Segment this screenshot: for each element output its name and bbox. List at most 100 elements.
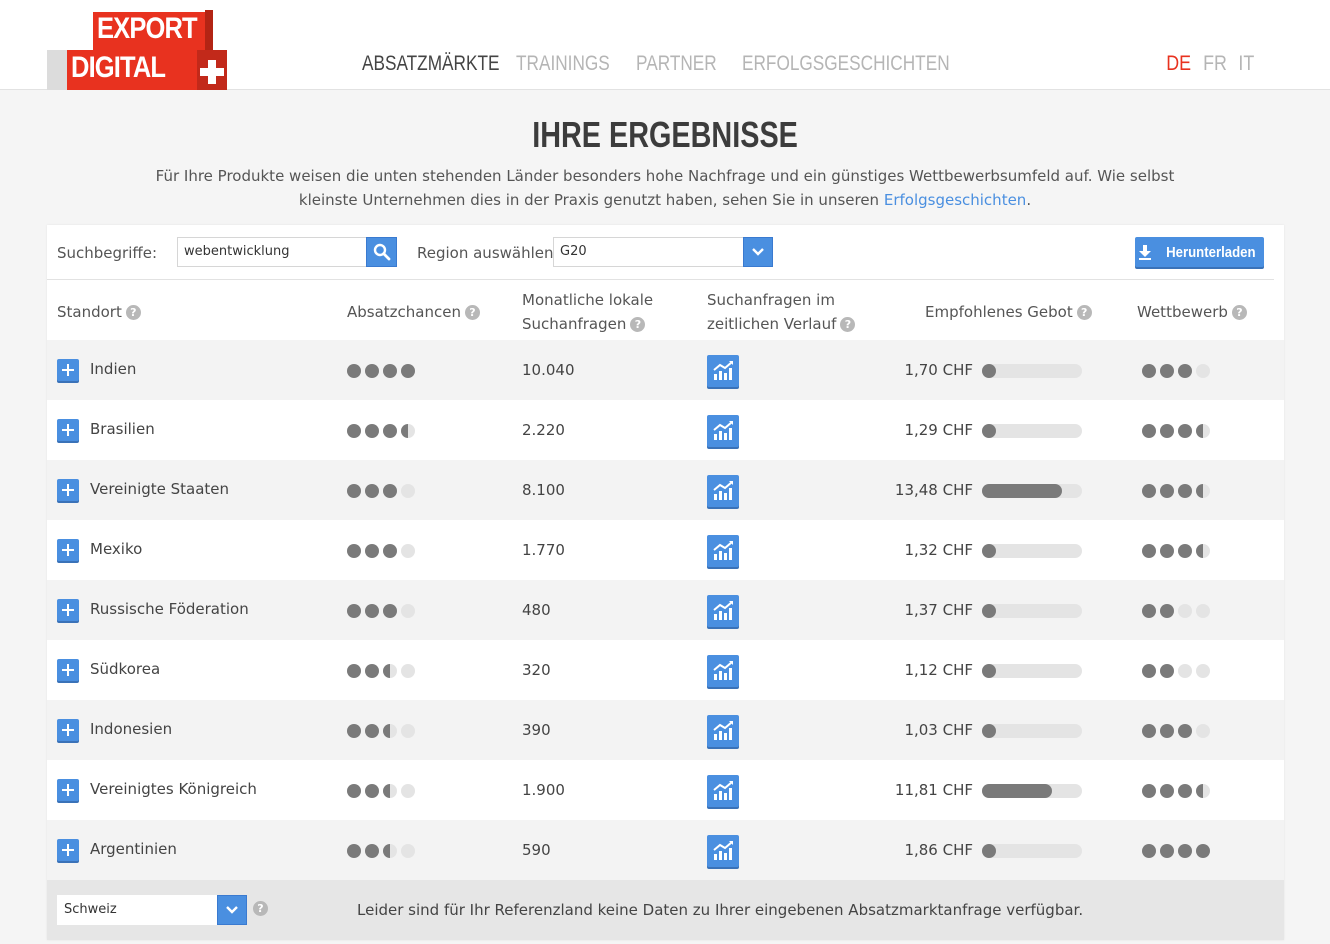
wettbewerb-rating xyxy=(1142,604,1210,618)
nav-item-absatzmaerkte[interactable]: ABSATZMÄRKTE xyxy=(362,52,499,76)
help-icon[interactable]: ? xyxy=(630,317,646,332)
language-de[interactable]: DE xyxy=(1166,52,1191,76)
logo-shade xyxy=(205,10,213,50)
header-gebot-label: Empfohlenes Gebot xyxy=(925,303,1073,321)
expand-plus-icon[interactable] xyxy=(57,719,79,741)
reference-dropdown-button[interactable] xyxy=(217,895,247,925)
header-verlauf-line2: zeitlichen Verlauf xyxy=(707,315,837,333)
monthly-searches: 8.100 xyxy=(522,481,565,499)
country-name: Argentinien xyxy=(90,840,177,858)
rating-dot xyxy=(1142,844,1156,858)
expand-plus-icon[interactable] xyxy=(57,599,79,621)
search-input[interactable]: webentwicklung xyxy=(177,237,367,267)
trend-chart-button[interactable] xyxy=(707,355,739,387)
nav-item-trainings[interactable]: TRAININGS xyxy=(516,52,610,76)
rating-dot xyxy=(401,544,415,558)
header-wettbewerb: Wettbewerb? xyxy=(1137,300,1247,324)
header-verlauf-line1: Suchanfragen im xyxy=(707,291,835,309)
nav-item-partner[interactable]: PARTNER xyxy=(636,52,717,76)
trend-chart-button[interactable] xyxy=(707,715,739,747)
expand-plus-icon[interactable] xyxy=(57,479,79,501)
erfolgsgeschichten-link[interactable]: Erfolgsgeschichten xyxy=(884,191,1026,209)
expand-plus-icon[interactable] xyxy=(57,419,79,441)
absatzchancen-rating xyxy=(347,604,415,618)
rating-dot xyxy=(1196,604,1210,618)
region-dropdown-button[interactable] xyxy=(743,237,773,267)
swiss-cross-icon-bar xyxy=(200,68,224,76)
rating-dot xyxy=(383,664,397,678)
wettbewerb-rating xyxy=(1142,844,1210,858)
language-fr[interactable]: FR xyxy=(1203,52,1227,76)
divider xyxy=(47,279,1274,280)
recommended-bid: 1,12 CHF xyxy=(904,661,973,679)
trend-chart-button[interactable] xyxy=(707,475,739,507)
bid-level-fill xyxy=(982,544,996,558)
help-icon[interactable]: ? xyxy=(464,305,480,320)
trend-chart-button[interactable] xyxy=(707,595,739,627)
nav-item-erfolgsgeschichten[interactable]: ERFOLGSGESCHICHTEN xyxy=(742,52,950,76)
rating-dot xyxy=(1160,724,1174,738)
rating-dot xyxy=(383,784,397,798)
rating-dot xyxy=(1142,424,1156,438)
bid-level-fill xyxy=(982,424,996,438)
wettbewerb-rating xyxy=(1142,364,1210,378)
help-icon[interactable]: ? xyxy=(1076,305,1092,320)
trend-chart-button[interactable] xyxy=(707,655,739,687)
reference-footer: Schweiz ? Leider sind für Ihr Referenzla… xyxy=(47,880,1284,940)
rating-dot xyxy=(1196,784,1210,798)
rating-dot xyxy=(347,544,361,558)
rating-dot xyxy=(347,604,361,618)
monthly-searches: 480 xyxy=(522,601,551,619)
expand-plus-icon[interactable] xyxy=(57,539,79,561)
recommended-bid: 1,03 CHF xyxy=(904,721,973,739)
rating-dot xyxy=(1178,844,1192,858)
rating-dot xyxy=(383,844,397,858)
bid-level-bar xyxy=(982,724,1082,738)
rating-dot xyxy=(1160,664,1174,678)
rating-dot xyxy=(365,484,379,498)
rating-dot xyxy=(365,784,379,798)
search-button[interactable] xyxy=(366,237,397,267)
expand-plus-icon[interactable] xyxy=(57,359,79,381)
expand-plus-icon[interactable] xyxy=(57,839,79,861)
trend-chart-button[interactable] xyxy=(707,415,739,447)
rating-dot xyxy=(1196,544,1210,558)
rating-dot xyxy=(1178,664,1192,678)
trend-chart-icon xyxy=(713,481,733,500)
expand-plus-icon[interactable] xyxy=(57,779,79,801)
download-button[interactable]: Herunterladen xyxy=(1135,237,1264,267)
wettbewerb-rating xyxy=(1142,784,1210,798)
header-gebot: Empfohlenes Gebot? xyxy=(925,300,1092,324)
absatzchancen-rating xyxy=(347,724,415,738)
trend-chart-button[interactable] xyxy=(707,835,739,867)
export-digital-logo[interactable]: EXPORT DIGITAL xyxy=(47,10,227,90)
trend-chart-button[interactable] xyxy=(707,535,739,567)
rating-dot xyxy=(347,844,361,858)
trend-chart-button[interactable] xyxy=(707,775,739,807)
trend-chart-icon xyxy=(713,601,733,620)
language-it[interactable]: IT xyxy=(1239,52,1255,76)
monthly-searches: 1.770 xyxy=(522,541,565,559)
region-label: Region auswählen: xyxy=(417,244,559,262)
no-data-note: Leider sind für Ihr Referenzland keine D… xyxy=(357,901,1084,919)
recommended-bid: 1,29 CHF xyxy=(904,421,973,439)
rating-dot xyxy=(383,604,397,618)
expand-plus-icon[interactable] xyxy=(57,659,79,681)
reference-country-select[interactable]: Schweiz xyxy=(57,895,219,925)
rating-dot xyxy=(401,364,415,378)
help-icon[interactable]: ? xyxy=(125,305,141,320)
help-icon[interactable]: ? xyxy=(1231,305,1247,320)
logo-text-top: EXPORT xyxy=(97,12,198,45)
monthly-searches: 390 xyxy=(522,721,551,739)
help-icon[interactable]: ? xyxy=(253,901,268,916)
site-header: EXPORT DIGITAL ABSATZMÄRKTE TRAININGS PA… xyxy=(0,0,1330,90)
help-icon[interactable]: ? xyxy=(840,317,856,332)
rating-dot xyxy=(1178,424,1192,438)
rating-dot xyxy=(1178,784,1192,798)
rating-dot xyxy=(1160,484,1174,498)
header-wettbewerb-label: Wettbewerb xyxy=(1137,303,1228,321)
rating-dot xyxy=(1178,544,1192,558)
wettbewerb-rating xyxy=(1142,664,1210,678)
region-select[interactable]: G20 xyxy=(553,237,745,267)
rating-dot xyxy=(401,664,415,678)
